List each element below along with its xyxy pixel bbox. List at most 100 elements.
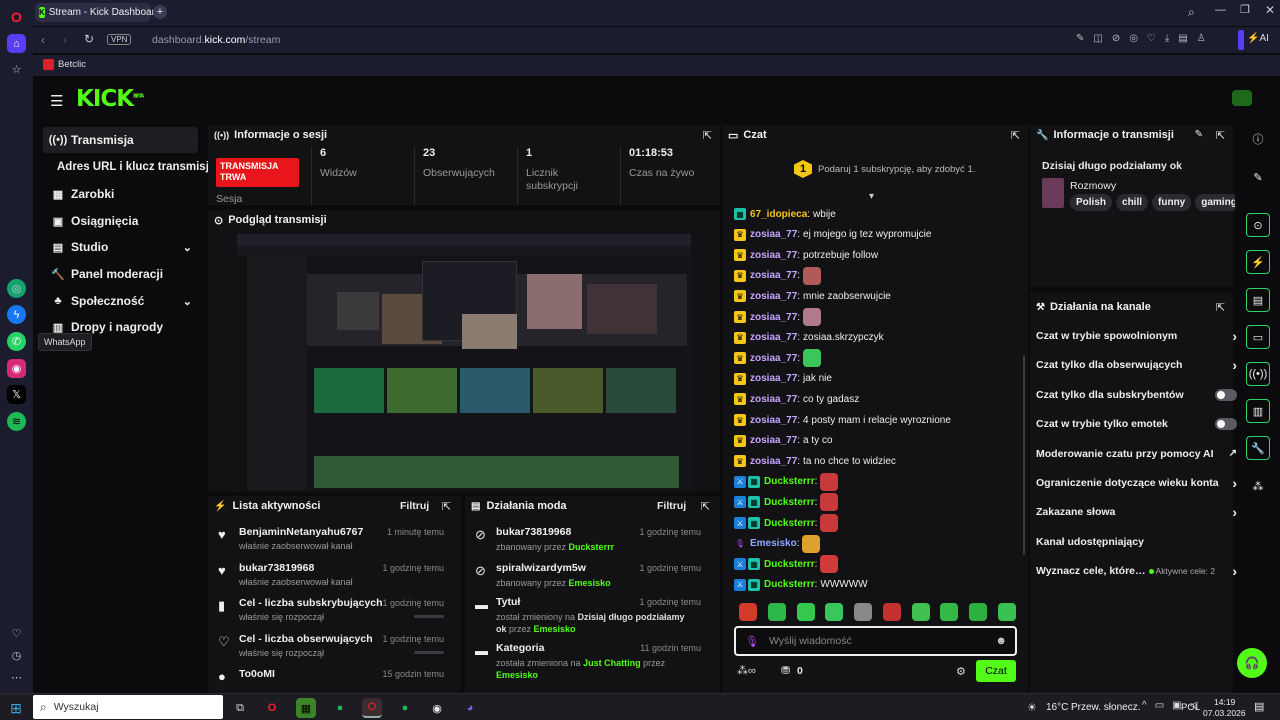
instagram-icon[interactable]: ◉ bbox=[7, 359, 26, 378]
activity-item[interactable]: ▮ Cel - liczba subskrybujących właśnie się… bbox=[208, 593, 458, 629]
popout-icon[interactable]: ⇱ bbox=[442, 500, 451, 513]
new-tab-icon[interactable]: + bbox=[153, 5, 167, 19]
activity-item[interactable]: ♥ bukar73819968 właśnie zaobserwował kanał… bbox=[208, 558, 458, 594]
nav-item-transmisja[interactable]: ((•)) Transmisja bbox=[43, 127, 198, 153]
chat-message[interactable]: ⚔ ▦ Ducksterrr: bbox=[734, 472, 839, 492]
chat-message[interactable]: ♛ zosiaa_77:4 posty mam i relacje wyrozni… bbox=[734, 410, 951, 430]
messenger-icon[interactable]: ϟ bbox=[7, 305, 26, 324]
popout-icon[interactable]: ⇱ bbox=[1216, 301, 1225, 314]
emote-icon[interactable] bbox=[940, 603, 959, 621]
chatgpt-icon[interactable]: ◎ bbox=[7, 279, 26, 298]
bookmarks-star-icon[interactable]: ☆ bbox=[7, 60, 26, 79]
chat-username[interactable]: Ducksterrr bbox=[764, 518, 815, 529]
more-icon[interactable]: ⋯ bbox=[7, 668, 26, 687]
list-icon[interactable]: ▤ bbox=[1246, 288, 1270, 312]
tag-chip[interactable]: Polish bbox=[1070, 194, 1113, 211]
microphone-icon[interactable]: 🎙 bbox=[745, 635, 759, 648]
chat-username[interactable]: zosiaa_77 bbox=[750, 435, 797, 446]
emote-icon[interactable] bbox=[739, 603, 757, 621]
chat-username[interactable]: zosiaa_77 bbox=[750, 394, 797, 405]
channel-setting[interactable]: Zakazane słowa › bbox=[1036, 502, 1237, 522]
menu-icon[interactable]: ☰ bbox=[50, 92, 63, 110]
channel-setting[interactable]: Kanał udostępniający bbox=[1036, 532, 1233, 552]
toolbar-icons[interactable]: ✎◫⊘◎♡⤓▤♙ bbox=[1076, 33, 1215, 44]
chat-message[interactable]: ⚔ ▦ Ducksterrr: WWWWW bbox=[734, 575, 868, 595]
edit-icon[interactable]: ✎ bbox=[1195, 129, 1203, 140]
nav-item-osiagniecia[interactable]: ▣ Osiągnięcia bbox=[43, 208, 198, 234]
search-tabs-icon[interactable]: ⌕ bbox=[1188, 5, 1195, 20]
spotify-icon[interactable]: ≋ bbox=[7, 412, 26, 431]
emote-icon[interactable] bbox=[825, 603, 844, 621]
chat-username[interactable]: zosiaa_77 bbox=[750, 415, 797, 426]
heart-icon[interactable]: ♡ bbox=[7, 624, 26, 643]
opera-active-icon[interactable]: O bbox=[362, 698, 382, 718]
tab-active[interactable]: K Stream - Kick Dashboard bbox=[35, 3, 161, 22]
weather-temp[interactable]: 16°C bbox=[1046, 702, 1068, 713]
gear-icon[interactable]: ⚙ bbox=[956, 665, 966, 678]
chat-username[interactable]: Ducksterrr bbox=[764, 579, 815, 590]
ai-button[interactable]: ⚡AI bbox=[1247, 33, 1269, 44]
nav-item-zarobki[interactable]: ▦ Zarobki bbox=[43, 181, 198, 207]
chat-username[interactable]: 67_idopieca bbox=[750, 209, 807, 220]
chat-username[interactable]: zosiaa_77 bbox=[750, 456, 797, 467]
chat-message[interactable]: ♛ zosiaa_77: ta no chce to widziec bbox=[734, 451, 896, 471]
send-chat-button[interactable]: Czat bbox=[976, 660, 1016, 682]
popout-icon[interactable]: ⇱ bbox=[1216, 129, 1225, 142]
support-button[interactable]: 🎧 bbox=[1237, 648, 1267, 678]
close-icon[interactable]: ✕ bbox=[1265, 3, 1275, 17]
chat-message[interactable]: ♛ zosiaa_77: bbox=[734, 307, 822, 327]
info-icon[interactable]: ⓘ bbox=[1246, 127, 1270, 151]
wrench-icon[interactable]: 🔧 bbox=[1246, 436, 1270, 460]
chat-username[interactable]: zosiaa_77 bbox=[750, 291, 797, 302]
nav-item-panel-moderacji[interactable]: 🔨 Panel moderacji bbox=[43, 261, 198, 287]
channel-setting[interactable]: Czat w trybie tylko emotek bbox=[1036, 414, 1237, 434]
channel-setting[interactable]: Wyznacz cele, które… Aktywne cele: 2 › bbox=[1036, 561, 1237, 581]
opera-logo-icon[interactable]: O bbox=[7, 7, 26, 26]
mod-icon[interactable]: ▥ bbox=[1246, 399, 1270, 423]
toggle-switch[interactable] bbox=[1215, 418, 1237, 431]
home-icon[interactable]: ⌂ bbox=[7, 34, 26, 53]
chat-message[interactable]: ♛ zosiaa_77: co ty gadasz bbox=[734, 389, 859, 409]
stream-preview-video[interactable] bbox=[237, 234, 691, 490]
chat-message[interactable]: ⚔ ▦ Ducksterrr: bbox=[734, 513, 839, 533]
community-icon[interactable]: ⁂ bbox=[1246, 474, 1270, 498]
tag-chip[interactable]: chill bbox=[1116, 194, 1149, 211]
chat-message[interactable]: ⚔ ▦ Ducksterrr: bbox=[734, 554, 839, 574]
toggle-switch[interactable] bbox=[1215, 388, 1237, 401]
nav-item-spolecznosc[interactable]: ♣ Społeczność ⌄ bbox=[43, 288, 198, 314]
emote-icon[interactable] bbox=[767, 603, 786, 621]
mod-action-item[interactable]: ▬ Kategoria 11 godzin temu została zmienion… bbox=[465, 638, 715, 680]
spotify-icon[interactable]: ● bbox=[395, 698, 415, 718]
channel-setting[interactable]: Ograniczenie dotyczące wieku konta › bbox=[1036, 473, 1237, 493]
chat-message[interactable]: ♛ zosiaa_77: bbox=[734, 348, 822, 368]
discord-icon[interactable]: ◕ bbox=[460, 698, 480, 718]
edit-icon[interactable]: ✎ bbox=[1246, 165, 1270, 189]
chat-message[interactable]: ▦ 67_idopieca: wbije bbox=[734, 204, 836, 224]
x-twitter-icon[interactable]: 𝕏 bbox=[7, 385, 26, 404]
preview-toggle-icon[interactable]: ⊙ bbox=[1246, 213, 1270, 237]
emote-icon[interactable] bbox=[911, 603, 930, 621]
chat-username[interactable]: zosiaa_77 bbox=[750, 270, 797, 281]
broadcast-icon[interactable]: ((•)) bbox=[1246, 362, 1270, 386]
chat-message[interactable]: ⚔ ▦ Ducksterrr: bbox=[734, 492, 839, 512]
mod-action-item[interactable]: ⊘ spiralwizardym5w 1 godzinę temu zbanowany… bbox=[465, 558, 715, 594]
chat-message[interactable]: ♛ zosiaa_77: ej mojego ig tez wypromujcie bbox=[734, 225, 931, 245]
taskbar-search[interactable]: ⌕ Wyszukaj bbox=[33, 695, 223, 719]
chat-username[interactable]: Ducksterrr bbox=[764, 559, 815, 570]
chat-username[interactable]: zosiaa_77 bbox=[750, 332, 797, 343]
history-icon[interactable]: ◷ bbox=[7, 646, 26, 665]
weather-text[interactable]: Przew. słonecz. bbox=[1071, 702, 1140, 713]
minecraft-icon[interactable]: ▦ bbox=[296, 698, 316, 718]
opera-gx-icon[interactable]: O bbox=[262, 698, 282, 718]
forward-icon[interactable]: › bbox=[63, 33, 67, 47]
mod-action-item[interactable]: ⊘ bukar73819968 1 godzinę temu zbanowany pr… bbox=[465, 522, 715, 558]
task-view-icon[interactable]: ⧉ bbox=[230, 698, 250, 718]
chat-message[interactable]: ♛ zosiaa_77: jak nie bbox=[734, 369, 832, 389]
minimize-icon[interactable]: — bbox=[1215, 4, 1226, 16]
nav-item-stream-url-key[interactable]: Adres URL i klucz transmisji bbox=[57, 154, 217, 180]
whatsapp-icon[interactable]: ✆ bbox=[7, 332, 26, 351]
emote-icon[interactable] bbox=[997, 603, 1016, 621]
maximize-icon[interactable]: ❐ bbox=[1240, 3, 1250, 16]
chat-username[interactable]: Ducksterrr bbox=[764, 497, 815, 508]
channel-setting[interactable]: Czat tylko dla subskrybentów bbox=[1036, 385, 1237, 405]
